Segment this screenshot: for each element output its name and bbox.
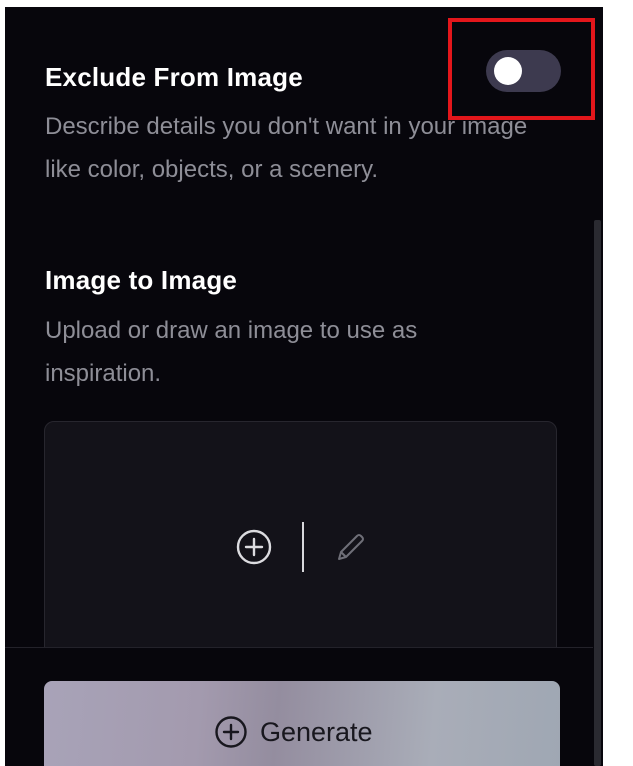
settings-panel: Exclude From Image Describe details you … [5, 7, 593, 766]
img2img-section-title: Image to Image [45, 265, 238, 295]
img2img-section-description: Upload or draw an image to use as inspir… [45, 317, 418, 387]
exclude-section-description: Describe details you don't want in your … [45, 113, 528, 183]
pencil-icon [338, 534, 364, 560]
footer-bar: Generate [5, 647, 593, 766]
plus-circle-icon [215, 716, 247, 748]
upload-divider [302, 522, 304, 572]
generate-content: Generate [214, 715, 373, 749]
exclude-section-title: Exclude From Image [45, 62, 303, 92]
toggle-knob [494, 57, 522, 85]
plus-circle-icon [236, 529, 272, 565]
generate-button[interactable]: Generate [44, 681, 560, 766]
generate-label: Generate [260, 716, 373, 747]
upload-image-button[interactable] [235, 528, 273, 571]
draw-image-button[interactable] [331, 528, 369, 571]
scrollbar-thumb[interactable] [594, 220, 601, 766]
exclude-toggle[interactable] [486, 50, 561, 92]
